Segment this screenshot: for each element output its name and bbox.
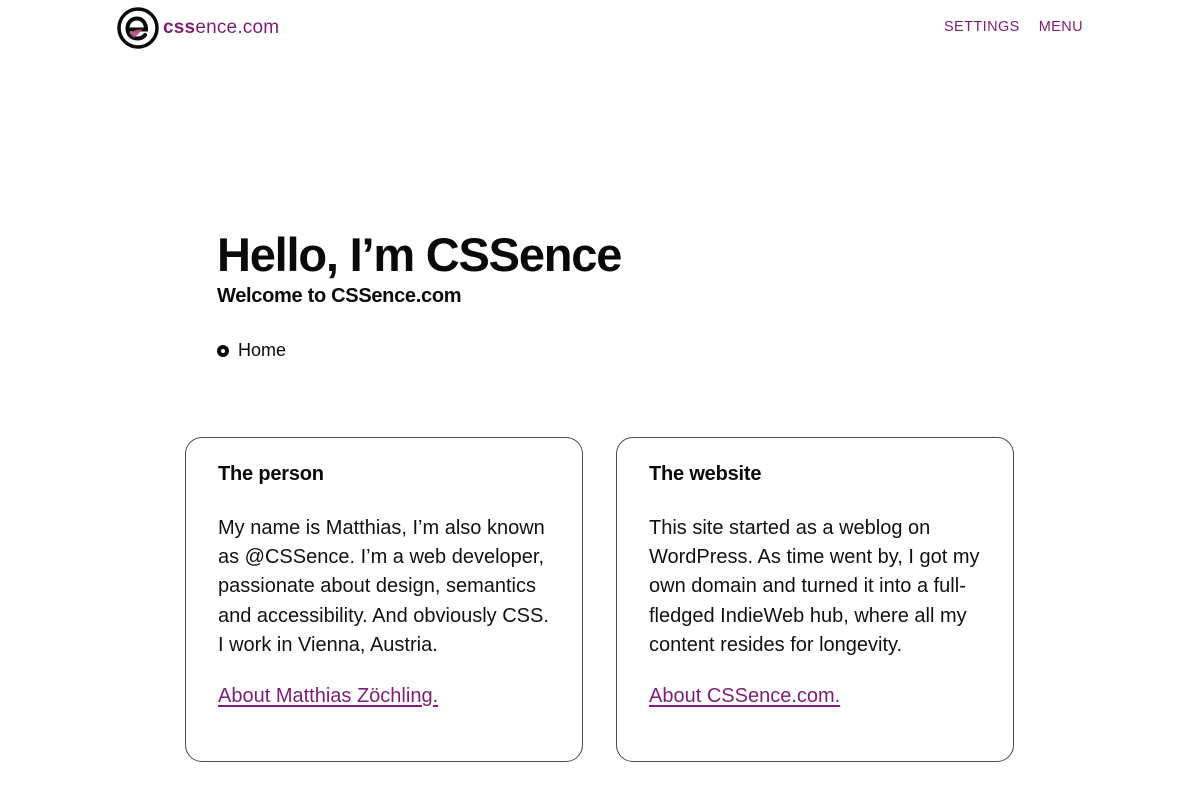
breadcrumb-home[interactable]: Home [238,340,286,361]
settings-link[interactable]: SETTINGS [944,19,1020,35]
about-cssence-link[interactable]: About CSSence.com. [649,685,840,708]
home-logo-link[interactable]: cssence.com [117,7,279,49]
logo-wordmark-rest: ence.com [195,17,280,38]
card-heading: The website [649,463,762,485]
logo-wordmark: cssence.com [163,17,279,39]
top-nav: SETTINGS MENU [944,19,1083,35]
hero: Hello, I’m CSSence Welcome to CSSence.co… [217,226,622,308]
bullet-icon [217,344,229,357]
breadcrumb: Home [217,340,286,361]
card-body: My name is Matthias, I’m also known as @… [218,517,549,656]
page-title: Hello, I’m CSSence [217,228,622,281]
about-matthias-link[interactable]: About Matthias Zöchling. [218,685,438,708]
menu-link[interactable]: MENU [1039,19,1083,35]
site-header: cssence.com SETTINGS MENU [0,0,1200,58]
card-person: The person My name is Matthias, I’m also… [185,437,583,762]
card-body: This site started as a weblog on WordPre… [649,517,980,656]
logo-wordmark-bold: css [163,17,196,38]
page-subtitle: Welcome to CSSence.com [217,285,462,307]
card-heading: The person [218,463,324,485]
card-website: The website This site started as a weblo… [616,437,1014,762]
cssence-logo-icon [117,7,159,49]
